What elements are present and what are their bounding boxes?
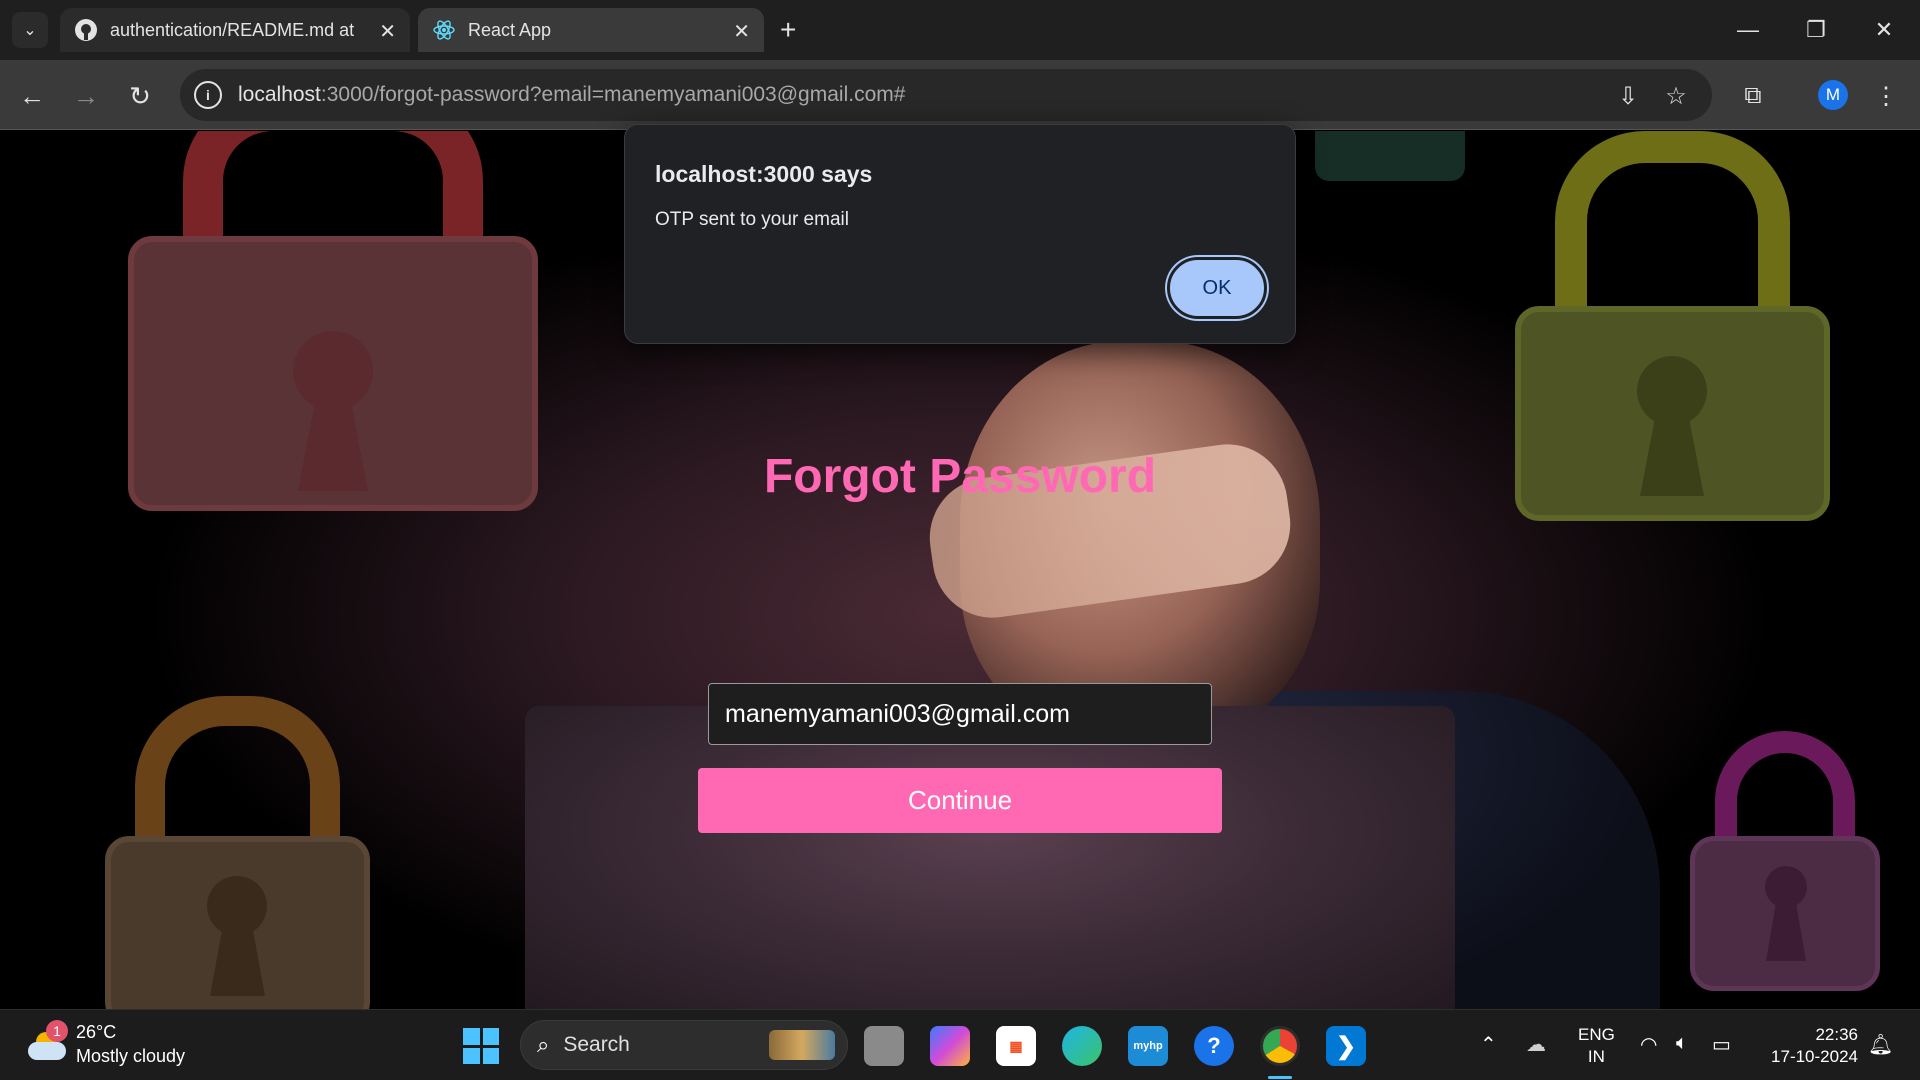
volume-icon[interactable]: 🔈︎: [1676, 1032, 1688, 1055]
ok-button[interactable]: OK: [1167, 257, 1267, 319]
myhp-icon[interactable]: myhp: [1128, 1026, 1168, 1066]
lang-code: ENG: [1578, 1025, 1615, 1044]
onedrive-cloud-icon[interactable]: ☁: [1526, 1032, 1546, 1057]
extensions-icon[interactable]: ⧉: [1735, 78, 1771, 114]
profile-avatar[interactable]: M: [1818, 80, 1848, 110]
search-icon: ⌕: [537, 1032, 550, 1057]
get-help-icon[interactable]: ?: [1194, 1026, 1234, 1066]
minimize-button[interactable]: —: [1720, 10, 1776, 50]
forward-button[interactable]: →: [68, 78, 104, 114]
search-highlight-icon: [769, 1030, 835, 1060]
tab-title: authentication/README.md at m: [110, 19, 360, 40]
lock-background-icon: [1690, 731, 1880, 991]
start-button[interactable]: [463, 1028, 499, 1064]
clock[interactable]: 22:36 17-10-2024: [1762, 1024, 1858, 1068]
email-field[interactable]: [708, 683, 1212, 745]
alert-dialog: localhost:3000 says OTP sent to your ema…: [624, 124, 1296, 344]
battery-icon[interactable]: ▭: [1712, 1032, 1731, 1057]
taskbar: 1 26°C Mostly cloudy ⌕ Search ▦ myhp ? ❯…: [0, 1009, 1920, 1080]
page-title: Forgot Password: [763, 450, 1157, 503]
input-language[interactable]: ENG IN: [1578, 1024, 1615, 1068]
new-tab-button[interactable]: +: [780, 14, 796, 46]
tab-title: React App: [468, 19, 552, 40]
continue-button[interactable]: Continue: [698, 768, 1222, 833]
browser-toolbar: ← → ↻ i localhost:3000/forgot-password?e…: [0, 60, 1920, 130]
background-laptop: [525, 706, 1455, 1009]
address-bar[interactable]: i localhost:3000/forgot-password?email=m…: [180, 69, 1712, 121]
weather-description[interactable]: Mostly cloudy: [76, 1046, 185, 1067]
weather-temperature[interactable]: 26°C: [76, 1022, 116, 1043]
browser-tab-strip: ⌄ authentication/README.md at m ✕ React …: [0, 0, 1920, 60]
task-view-icon[interactable]: [864, 1026, 904, 1066]
tab-react-app[interactable]: React App ✕: [418, 8, 764, 52]
react-icon: [433, 20, 455, 40]
weather-badge: 1: [46, 1020, 68, 1042]
restore-button[interactable]: ❐: [1788, 10, 1844, 50]
reload-button[interactable]: ↻: [122, 78, 158, 114]
clock-date: 17-10-2024: [1771, 1047, 1858, 1066]
alert-heading: localhost:3000 says: [655, 161, 873, 187]
lock-background-icon: [105, 696, 370, 1009]
install-app-icon[interactable]: ⇩: [1610, 78, 1646, 114]
active-app-indicator: [1268, 1076, 1292, 1079]
copilot-icon[interactable]: [930, 1026, 970, 1066]
address-host: localhost: [238, 83, 321, 106]
alert-message: OTP sent to your email: [655, 209, 849, 230]
lock-background-icon: [1315, 131, 1465, 181]
show-hidden-icons-chevron[interactable]: ⌃: [1480, 1032, 1497, 1057]
github-icon: [75, 19, 97, 41]
bookmark-star-icon[interactable]: ☆: [1658, 78, 1694, 114]
tab-search-button[interactable]: ⌄: [12, 12, 48, 48]
tab-github-readme[interactable]: authentication/README.md at m ✕: [60, 8, 410, 52]
chrome-icon[interactable]: [1260, 1026, 1300, 1066]
microsoft-store-icon[interactable]: ▦: [996, 1026, 1036, 1066]
close-window-button[interactable]: ✕: [1856, 10, 1912, 50]
site-info-icon[interactable]: i: [194, 81, 222, 109]
edge-browser-icon[interactable]: [1062, 1026, 1102, 1066]
close-tab-icon[interactable]: ✕: [379, 19, 396, 44]
address-url: localhost:3000/forgot-password?email=man…: [238, 83, 905, 107]
taskbar-search[interactable]: ⌕ Search: [520, 1020, 848, 1070]
lang-region: IN: [1587, 1047, 1605, 1066]
back-button[interactable]: ←: [14, 78, 50, 114]
search-label: Search: [563, 1033, 630, 1056]
vscode-icon[interactable]: ❯: [1326, 1026, 1366, 1066]
address-path: :3000/forgot-password?email=manemyamani0…: [320, 83, 906, 106]
clock-time: 22:36: [1815, 1025, 1858, 1044]
wifi-icon[interactable]: ◠: [1640, 1032, 1657, 1057]
notifications-bell-icon[interactable]: 🔔︎: [1868, 1032, 1893, 1057]
close-tab-icon[interactable]: ✕: [733, 19, 750, 44]
menu-kebab-icon[interactable]: ⋮: [1868, 78, 1904, 114]
